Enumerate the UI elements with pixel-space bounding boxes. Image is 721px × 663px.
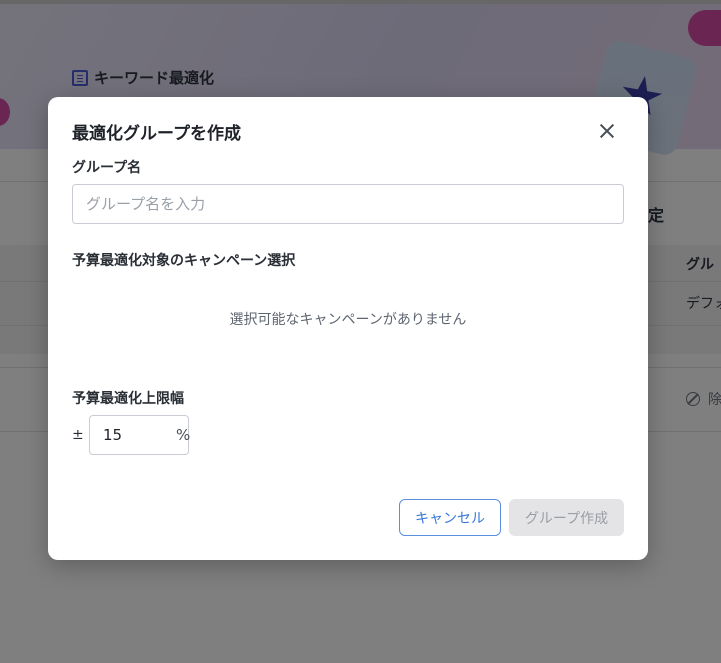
limit-field: % (89, 415, 191, 455)
group-name-label: グループ名 (72, 160, 142, 176)
campaign-empty-message: 選択可能なキャンペーンがありません (229, 312, 467, 328)
close-icon[interactable] (594, 118, 620, 144)
create-group-dialog: 最適化グループを作成 グループ名 予算最適化対象のキャンペーン選択 選択可能なキ… (48, 97, 648, 560)
plus-minus-sign: ± (72, 427, 84, 443)
limit-label: 予算最適化上限幅 (72, 391, 184, 407)
create-group-button[interactable]: グループ作成 (509, 499, 624, 536)
dialog-title: 最適化グループを作成 (72, 124, 241, 144)
group-name-input[interactable] (72, 184, 624, 224)
campaign-section-label: 予算最適化対象のキャンペーン選択 (72, 253, 296, 269)
limit-input[interactable] (90, 426, 163, 444)
cancel-button[interactable]: キャンセル (399, 499, 501, 536)
percent-unit: % (176, 426, 191, 444)
